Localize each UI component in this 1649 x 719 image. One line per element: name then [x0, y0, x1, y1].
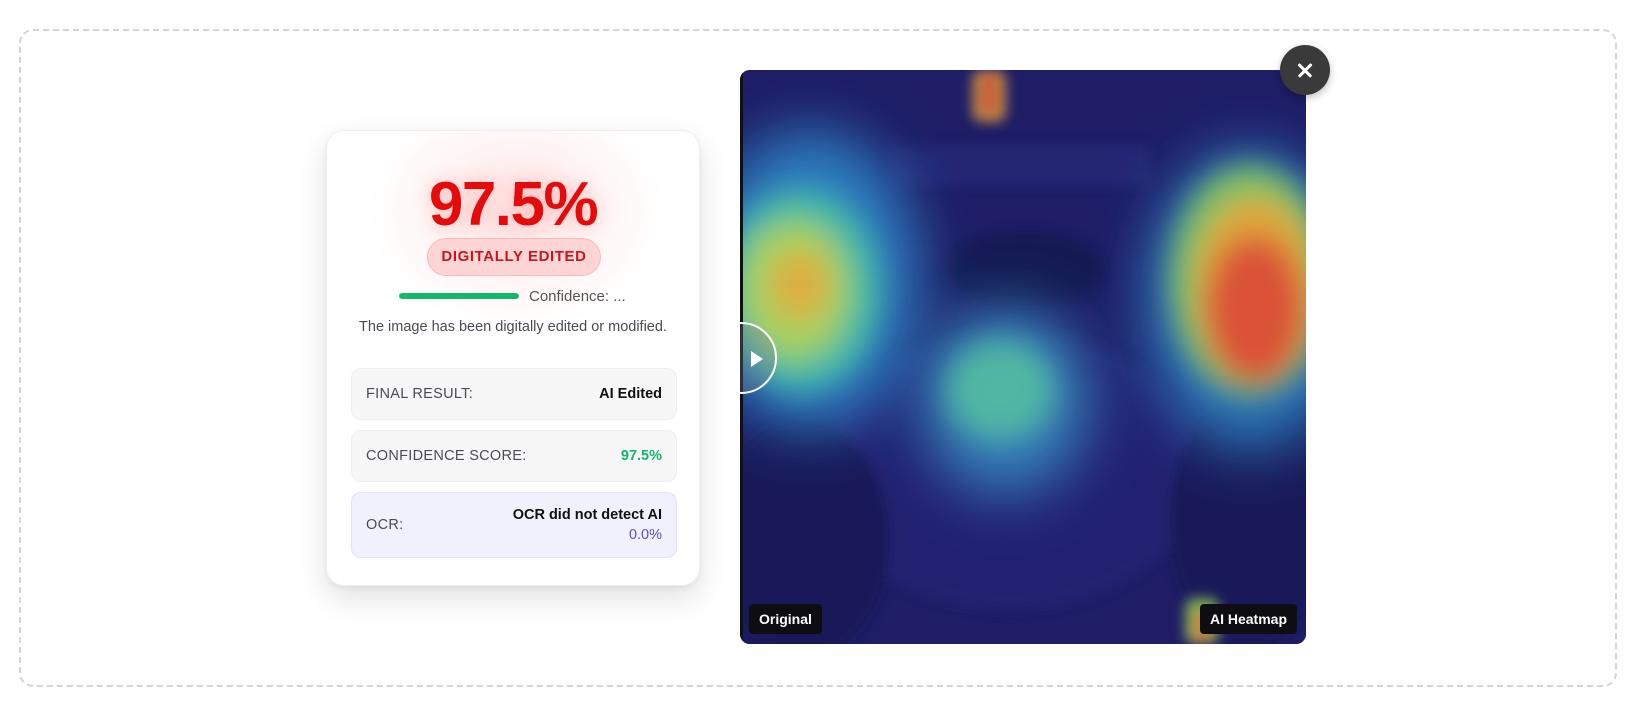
- image-comparison-viewer[interactable]: Original AI Heatmap: [740, 70, 1306, 644]
- confidence-bar-fill: [399, 293, 519, 299]
- ocr-row: OCR: OCR did not detect AI 0.0%: [351, 492, 677, 558]
- result-description: The image has been digitally edited or m…: [359, 319, 667, 335]
- ocr-values: OCR did not detect AI 0.0%: [513, 505, 662, 545]
- ocr-value: OCR did not detect AI: [512, 507, 662, 523]
- confidence-score-value: 97.5%: [620, 448, 662, 464]
- ocr-score: 0.0%: [628, 527, 662, 543]
- confidence-score-label: CONFIDENCE SCORE:: [366, 448, 527, 464]
- final-result-row: FINAL RESULT: AI Edited: [351, 368, 677, 420]
- confidence-bar: [399, 293, 519, 299]
- final-result-label: FINAL RESULT:: [366, 386, 474, 402]
- close-button[interactable]: [1280, 45, 1330, 95]
- confidence-indicator: Confidence: ...: [399, 286, 626, 306]
- original-label: Original: [749, 604, 822, 634]
- heatmap-label: AI Heatmap: [1199, 604, 1297, 634]
- analysis-result-card: 97.5% DIGITALLY EDITED Confidence: ... T…: [326, 130, 700, 586]
- final-result-value: AI Edited: [599, 386, 662, 402]
- confidence-score-row: CONFIDENCE SCORE: 97.5%: [351, 430, 677, 482]
- ai-heatmap-image: [740, 70, 1306, 644]
- verdict-badge: DIGITALLY EDITED: [427, 238, 601, 276]
- ocr-label: OCR:: [366, 517, 404, 533]
- confidence-label: Confidence: ...: [529, 287, 626, 305]
- ai-score: 97.5%: [428, 170, 599, 239]
